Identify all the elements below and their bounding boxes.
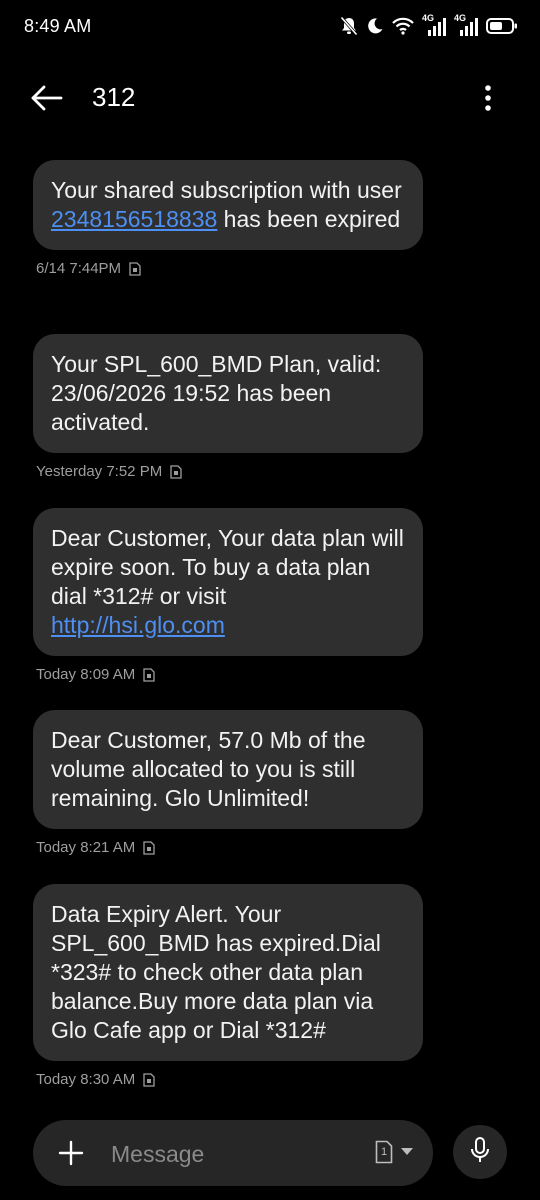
- message-timestamp: Yesterday 7:52 PM: [36, 463, 163, 480]
- plus-icon[interactable]: [57, 1139, 85, 1167]
- signal-4g-icon: 4G: [454, 13, 478, 37]
- message-timestamp: Today 8:09 AM: [36, 666, 136, 683]
- message-meta: Today 8:21 AM: [36, 839, 423, 856]
- battery-icon: [486, 17, 518, 35]
- sim-card-icon: [129, 261, 141, 276]
- wifi-icon: [392, 17, 414, 35]
- sim-card-icon: [143, 840, 155, 855]
- moon-icon: [366, 17, 384, 35]
- sim-card-icon: 1: [375, 1140, 393, 1164]
- message-timestamp: Today 8:21 AM: [36, 839, 136, 856]
- message-bubble[interactable]: Dear Customer, Your data plan will expir…: [33, 508, 423, 656]
- message-bubble[interactable]: Data Expiry Alert. Your SPL_600_BMD has …: [33, 884, 423, 1061]
- message-composer: 1: [33, 1120, 433, 1186]
- message-bubble[interactable]: Your SPL_600_BMD Plan, valid: 23/06/2026…: [33, 334, 423, 453]
- app-bar: 312: [0, 64, 540, 130]
- mute-bell-icon: [340, 16, 358, 36]
- signal-4g-icon: 4G: [422, 13, 446, 37]
- message-item: Dear Customer, Your data plan will expir…: [33, 508, 423, 683]
- sim-card-icon: [170, 464, 182, 479]
- sim-card-icon: [143, 667, 155, 682]
- message-item: Data Expiry Alert. Your SPL_600_BMD has …: [33, 884, 423, 1088]
- message-item: Your SPL_600_BMD Plan, valid: 23/06/2026…: [33, 334, 423, 480]
- dropdown-arrow-icon: [401, 1143, 413, 1161]
- more-options-icon[interactable]: [472, 80, 504, 116]
- message-meta: Today 8:30 AM: [36, 1071, 423, 1088]
- message-timestamp: Today 8:30 AM: [36, 1071, 136, 1088]
- status-time: 8:49 AM: [24, 16, 92, 36]
- sim-number: 1: [380, 1146, 388, 1158]
- microphone-icon: [469, 1136, 491, 1169]
- sim-card-icon: [143, 1072, 155, 1087]
- voice-input-button[interactable]: [453, 1125, 507, 1179]
- message-meta: Yesterday 7:52 PM: [36, 463, 423, 480]
- message-meta: 6/14 7:44PM: [36, 260, 423, 277]
- message-bubble[interactable]: Dear Customer, 57.0 Mb of the volume all…: [33, 710, 423, 829]
- message-bubble[interactable]: Your shared subscription with user 23481…: [33, 160, 423, 250]
- conversation-title: 312: [92, 82, 136, 112]
- status-icons: 4G 4G: [340, 13, 518, 38]
- message-item: Your shared subscription with user 23481…: [33, 160, 423, 277]
- status-bar: 8:49 AM 4G 4G: [0, 0, 540, 56]
- message-meta: Today 8:09 AM: [36, 666, 423, 683]
- message-timestamp: 6/14 7:44PM: [36, 260, 122, 277]
- message-input[interactable]: [109, 1133, 353, 1175]
- phone-number-link[interactable]: 2348156518838: [51, 206, 217, 232]
- sim-selector[interactable]: 1: [375, 1140, 413, 1164]
- message-item: Dear Customer, 57.0 Mb of the volume all…: [33, 710, 423, 856]
- web-link[interactable]: http://hsi.glo.com: [51, 612, 225, 638]
- back-arrow-icon[interactable]: [28, 80, 64, 116]
